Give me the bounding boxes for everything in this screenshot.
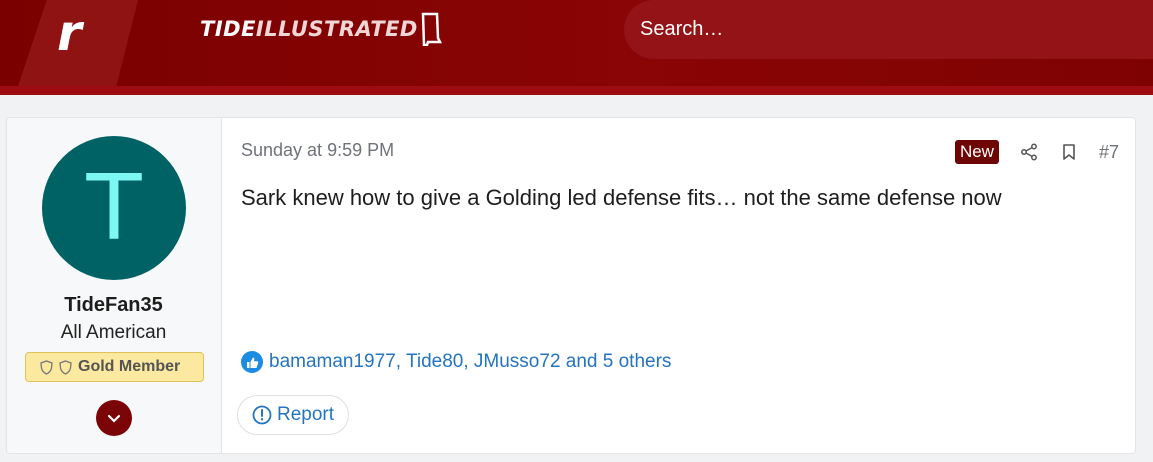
post-actions: New #7 <box>954 140 1119 164</box>
share-icon <box>1021 143 1037 161</box>
post-main: Sunday at 9:59 PM New #7 Sark knew how t… <box>223 118 1135 453</box>
expand-user-button[interactable] <box>96 400 132 436</box>
chevron-down-icon <box>107 414 121 423</box>
alabama-state-icon <box>421 12 442 46</box>
report-button[interactable]: Report <box>237 395 350 435</box>
avatar[interactable]: T <box>42 136 186 280</box>
username[interactable]: TideFan35 <box>7 294 220 317</box>
alert-circle-icon <box>252 405 272 425</box>
bookmark-button[interactable] <box>1059 142 1079 162</box>
report-label: Report <box>277 404 335 425</box>
badge-label: Gold Member <box>78 358 181 375</box>
shield-icon <box>40 359 53 375</box>
thumbs-up-icon <box>241 351 263 373</box>
post-number[interactable]: #7 <box>1099 142 1119 163</box>
search-input[interactable] <box>640 18 1040 41</box>
reaction-names[interactable]: bamaman1977, Tide80, JMusso72 and 5 othe… <box>269 351 671 373</box>
post-card: T TideFan35 All American Gold Member Sun… <box>6 117 1136 454</box>
brand-wordmark[interactable]: Tide Illustrated <box>200 12 442 46</box>
brand-part1: Tide <box>200 17 256 41</box>
post-user-column: T TideFan35 All American Gold Member <box>7 118 222 453</box>
brand-part2: Illustrated <box>255 17 418 41</box>
share-button[interactable] <box>1019 142 1039 162</box>
post-message: Sark knew how to give a Golding led defe… <box>241 185 1002 210</box>
search-bar[interactable] <box>624 0 1153 59</box>
user-title: All American <box>60 322 167 343</box>
post-date[interactable]: Sunday at 9:59 PM <box>241 140 394 161</box>
site-header: r Tide Illustrated <box>0 0 1153 86</box>
logo-letter: r <box>57 4 82 62</box>
shield-icon <box>59 359 72 375</box>
member-badge: Gold Member <box>25 352 204 382</box>
reactions-bar[interactable]: bamaman1977, Tide80, JMusso72 and 5 othe… <box>241 351 671 373</box>
bookmark-icon <box>1063 144 1075 160</box>
new-badge: New <box>954 140 999 164</box>
site-logo[interactable]: r <box>0 0 138 86</box>
header-stripe <box>0 86 1153 95</box>
